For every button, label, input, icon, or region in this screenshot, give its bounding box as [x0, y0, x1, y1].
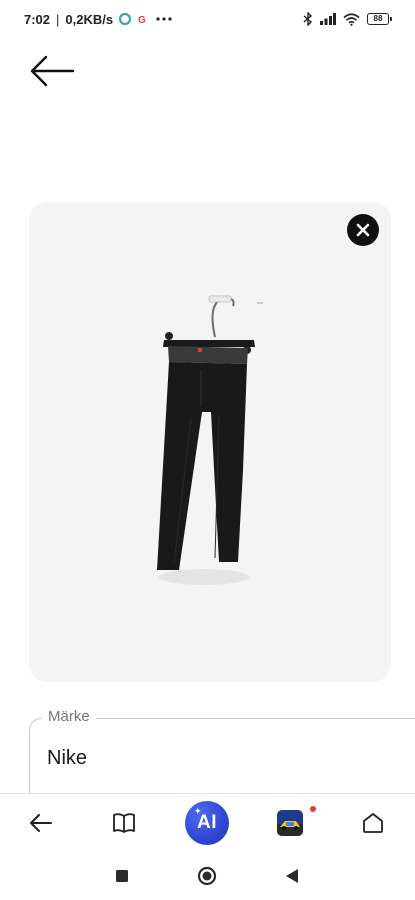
brand-value[interactable]: Nike	[47, 747, 87, 770]
brand-label: Märke	[42, 708, 96, 725]
ai-assistant-button[interactable]: ✦ AI	[179, 794, 235, 852]
sparkle-icon: ✦	[194, 806, 202, 816]
recents-button[interactable]	[107, 861, 137, 891]
system-back-button[interactable]	[277, 861, 307, 891]
game-app-icon	[277, 810, 303, 836]
arrow-left-icon	[30, 55, 75, 87]
back-button[interactable]	[28, 52, 76, 90]
recents-square-icon	[116, 870, 128, 882]
bluetooth-icon	[303, 12, 313, 26]
brand-field[interactable]: Märke Nike	[29, 708, 415, 798]
opera-icon	[119, 13, 132, 25]
home-icon	[363, 813, 383, 833]
ai-button: ✦ AI	[185, 801, 229, 845]
status-right: 88	[303, 12, 392, 26]
browser-back-button[interactable]	[13, 794, 69, 852]
more-dots-icon	[156, 17, 172, 21]
screen: 7:02 | 0,2KB/s G 88 Märke Nike ✦ AI	[0, 0, 415, 900]
battery-icon: 88	[367, 13, 392, 25]
status-left: 7:02 | 0,2KB/s G	[24, 12, 173, 27]
browser-toolbar: ✦ AI	[0, 793, 415, 851]
game-app-button[interactable]	[262, 794, 318, 852]
close-icon	[356, 223, 370, 237]
svg-text:G: G	[138, 15, 146, 25]
notification-dot	[310, 806, 316, 812]
battery-level: 88	[373, 14, 383, 23]
system-home-button[interactable]	[192, 861, 222, 891]
status-separator: |	[56, 11, 60, 27]
bookmarks-button[interactable]	[96, 794, 152, 852]
book-icon	[113, 813, 135, 833]
home-circle-icon	[197, 866, 217, 886]
close-button[interactable]	[347, 214, 379, 246]
status-speed: 0,2KB/s	[65, 11, 114, 27]
signal-icon	[320, 13, 336, 25]
wifi-icon	[343, 12, 360, 26]
status-time: 7:02	[24, 11, 51, 27]
home-button[interactable]	[345, 794, 401, 852]
back-icon	[30, 814, 52, 832]
google-icon: G	[138, 15, 146, 25]
product-image-card	[29, 202, 391, 682]
product-photo[interactable]	[29, 202, 391, 682]
status-bar: 7:02 | 0,2KB/s G 88	[0, 0, 415, 38]
back-triangle-icon	[286, 869, 298, 883]
system-navigation-bar	[0, 851, 415, 900]
